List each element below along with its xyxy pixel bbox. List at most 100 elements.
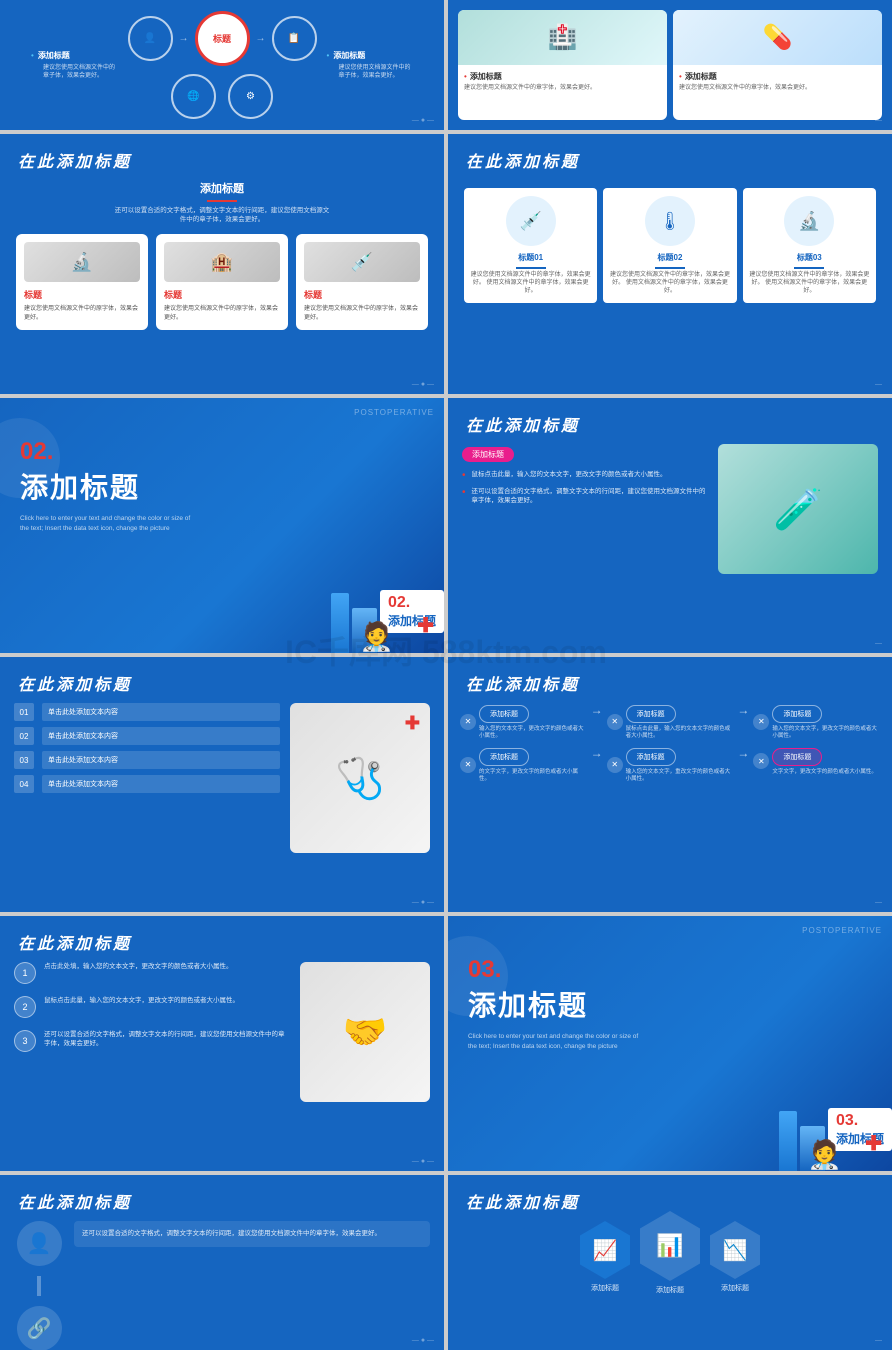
- r4c2-item1-text: 输入您的文本文字，更改文字的颜色或者大小属性。: [479, 726, 587, 740]
- r4c2-item3-title: 添加标题: [772, 705, 822, 723]
- r2c1-card1-img: 🔬: [24, 242, 140, 282]
- r5c2-postop: POSTOPERATIVE: [802, 926, 882, 935]
- r4c2-flow4: ✕ 添加标题 的文字文字，更改文字的颜色或者大小属性。: [460, 746, 587, 783]
- r4c2-item5-text: 输入您的文本文字，重改文字的颜色或者大小属性。: [626, 769, 734, 783]
- card1-text: 建议您使用文档源文件中的章字体，效果会更好。: [464, 85, 661, 93]
- r2c1-header: 在此添加标题: [0, 134, 444, 180]
- r5c1-photo: 🤝: [300, 962, 430, 1102]
- r4c2-icon6: ✕: [753, 753, 769, 769]
- r2c1-main-desc: 还可以设置合适的文字格式，调整文字文本的行间距，建议您使用文档源文件中的章子体，…: [112, 206, 332, 224]
- r5c2-building-tall: [779, 1111, 797, 1171]
- r3c1-cross: ✚: [417, 613, 434, 638]
- r6c2-hex2-wrap: 📊 添加标题: [640, 1211, 700, 1295]
- r6c1-icon1: 👤: [17, 1221, 62, 1266]
- slide-r6c2: 在此添加标题 📈 添加标题 📊 添加标题 📉 添加标题 —: [448, 1175, 892, 1350]
- r4c1-num3: 03: [14, 751, 34, 769]
- r2c2-header: 在此添加标题: [448, 134, 892, 180]
- r5c2-text: 03. 添加标题 Click here to enter your text a…: [468, 956, 648, 1052]
- r2c2-col2-icon: 🌡: [645, 196, 695, 246]
- r4c1-num4: 04: [14, 775, 34, 793]
- r2c1-card3-title: 标题: [304, 288, 420, 301]
- r4c1-photo: 🩺 ✚: [290, 703, 430, 853]
- r6c2-hex2-label: 添加标题: [656, 1285, 684, 1295]
- r4c2-item6-title: 添加标题: [772, 748, 822, 766]
- r3c2-b2: • 还可以设置合适的文字格式，调整文字文本的行间距，建议您使用文档源文件中的章字…: [462, 487, 706, 505]
- r4c2-icon4: ✕: [460, 757, 476, 773]
- r4c2-arrow4: →: [737, 746, 749, 760]
- r3c1-building: 02. 添加标题 ✚ 🧑‍⚕️: [331, 590, 444, 653]
- r6c1-content: 👤 🔗 还可以设置合适的文字格式，调整文字文本的行间距，建议您使用文档源文件中的…: [0, 1221, 444, 1350]
- r4c2-item4-wrap: 添加标题 的文字文字，更改文字的颜色或者大小属性。: [479, 746, 587, 783]
- slide-r1c2: 🏥 • 添加标题 建议您使用文档源文件中的章字体，效果会更好。 💊 • 添加标题…: [448, 0, 892, 130]
- r2c1-main-title: 添加标题: [16, 180, 428, 196]
- r2c1-card1: 🔬 标题 建议您使用文档源文件中的原字体，效果会更好。: [16, 234, 148, 330]
- r4c2-header: 在此添加标题: [448, 657, 892, 703]
- r5c1-header: 在此添加标题: [0, 916, 444, 962]
- r2c2-col1: 💉 标题01 建议您使用文档源文件中的章字体，效果会更好。 使用文档源文件中的章…: [464, 188, 597, 303]
- r5c1-point1: 1 点击此处填，输入您的文本文字，更改文字的颜色或者大小属性。: [14, 962, 290, 984]
- slide-indicator: —: [875, 117, 882, 124]
- r2c2-col3: 🔬 标题03 建议您使用文档源文件中的章字体，效果会更好。 使用文档源文件中的章…: [743, 188, 876, 303]
- r4c2-item1-title: 添加标题: [479, 705, 529, 723]
- r4c2-flow2: ✕ 添加标题 鼠标点击此量，输入您的文本文字的颜色或者大小属性。: [607, 703, 734, 740]
- r4c2-arrow3: →: [591, 746, 603, 760]
- r3c2-b1: • 鼠标点击此量，输入您的文本文字，更改文字的颜色或者大小属性。: [462, 470, 706, 481]
- slide-r3c2: 在此添加标题 添加标题 • 鼠标点击此量，输入您的文本文字，更改文字的颜色或者大…: [448, 398, 892, 653]
- r4c2-item1-wrap: 添加标题 输入您的文本文字，更改文字的颜色或者大小属性。: [479, 703, 587, 740]
- bullet-title2: 添加标题: [333, 50, 365, 61]
- r3c2-content: 添加标题 • 鼠标点击此量，输入您的文本文字，更改文字的颜色或者大小属性。 • …: [448, 444, 892, 584]
- r5c1-content: 1 点击此处填，输入您的文本文字，更改文字的颜色或者大小属性。 2 鼠标点击此量…: [0, 962, 444, 1112]
- r3c1-text: 02. 添加标题 Click here to enter your text a…: [20, 438, 200, 534]
- slide-r4c1: 在此添加标题 01 单击此处添加文本内容 02 单击此处添加文本内容 03 单击…: [0, 657, 444, 912]
- r4c2-item5-title: 添加标题: [626, 748, 676, 766]
- card1-photo: 🏥: [458, 10, 667, 65]
- r3c2-bullet1: 鼠标点击此量，输入您的文本文字，更改文字的颜色或者大小属性。: [472, 470, 667, 481]
- r3c1-person: 🧑‍⚕️: [359, 620, 394, 653]
- r2c1-card2-img: 🏨: [164, 242, 280, 282]
- node-center: 标题: [195, 11, 250, 66]
- r4c2-item2-wrap: 添加标题 鼠标点击此量，输入您的文本文字的颜色或者大小属性。: [626, 703, 734, 740]
- right-bullet: • 添加标题 建议您使用文档源文件中的 章子体，效果会更好。: [327, 50, 414, 81]
- r4c2-flow1: ✕ 添加标题 输入您的文本文字，更改文字的颜色或者大小属性。: [460, 703, 587, 740]
- r4c2-icon2: ✕: [607, 714, 623, 730]
- r2c2-col1-icon: 💉: [506, 196, 556, 246]
- r2c2-cols: 💉 标题01 建议您使用文档源文件中的章字体，效果会更好。 使用文档源文件中的章…: [464, 188, 876, 303]
- r4c2-flow5: ✕ 添加标题 输入您的文本文字，重改文字的颜色或者大小属性。: [607, 746, 734, 783]
- r2c1-indicator: — ● —: [412, 381, 434, 388]
- r4c1-num1: 01: [14, 703, 34, 721]
- r4c1-item2: 02 单击此处添加文本内容: [14, 727, 280, 745]
- r4c2-item4-text: 的文字文字，更改文字的颜色或者大小属性。: [479, 769, 587, 783]
- card2: 💊 • 添加标题 建议您使用文档源文件中的章字体，效果会更好。: [673, 10, 882, 120]
- r6c1-text: 还可以设置合适的文字格式，调整文字文本的行间距，建议您使用文档源文件中的章字体，…: [74, 1221, 430, 1350]
- r3c1-desc: Click here to enter your text and change…: [20, 514, 200, 534]
- node-person: 👤: [128, 16, 173, 61]
- slide-r3c1: POSTOPERATIVE 02. 添加标题 Click here to ent…: [0, 398, 444, 653]
- r6c2-content: 📈 添加标题 📊 添加标题 📉 添加标题: [448, 1221, 892, 1305]
- left-bullet: • 添加标题 建议您使用文档源文件中的 章子体，效果会更好。: [31, 50, 118, 81]
- r4c2-row1: ✕ 添加标题 输入您的文本文字，更改文字的颜色或者大小属性。 → ✕ 添加标题: [460, 703, 880, 740]
- card2-photo: 💊: [673, 10, 882, 65]
- r4c2-item3-wrap: 添加标题 输入您的文本文字，更改文字的颜色或者大小属性。: [772, 703, 880, 740]
- r5c2-building: 03. 添加标题 ✚ 🧑‍⚕️: [779, 1108, 892, 1171]
- building-tall: [331, 593, 349, 653]
- r6c2-hex1: 📈: [580, 1221, 630, 1279]
- r2c1-card3-text: 建议您使用文档源文件中的原字体，效果会更好。: [304, 305, 420, 322]
- r4c2-item4-title: 添加标题: [479, 748, 529, 766]
- r5c1-point2: 2 鼠标点击此量，输入您的文本文字，更改文字的颜色或者大小属性。: [14, 996, 290, 1018]
- r4c1-indicator: — ● —: [412, 899, 434, 906]
- bullet-text2: 建议您使用文档源文件中的 章子体，效果会更好。: [327, 64, 414, 81]
- r4c2-item6-text: 文字文字，更改文字的颜色或者大小属性。: [772, 769, 877, 776]
- r4c1-item4: 04 单击此处添加文本内容: [14, 775, 280, 793]
- r4c2-icon3: ✕: [753, 714, 769, 730]
- r2c2-col3-text: 建议您使用文档源文件中的章字体，效果会更好。 使用文档源文件中的章字体，效果会更…: [749, 272, 870, 295]
- r4c1-num2: 02: [14, 727, 34, 745]
- r3c2-bullet2: 还可以设置合适的文字格式，调整文字文本的行间距，建议您使用文档源文件中的章字体，…: [472, 487, 706, 505]
- r4c1-content: 01 单击此处添加文本内容 02 单击此处添加文本内容 03 单击此处添加文本内…: [0, 703, 444, 863]
- r6c1-connector: [37, 1276, 41, 1296]
- r3c2-indicator: —: [875, 640, 882, 647]
- r2c1-cards: 🔬 标题 建议您使用文档源文件中的原字体，效果会更好。 🏨 标题 建议您使用文档…: [16, 234, 428, 330]
- slide-r4c2: 在此添加标题 ✕ 添加标题 输入您的文本文字，更改文字的颜色或者大小属性。 →: [448, 657, 892, 912]
- r5c2-cross: ✚: [865, 1131, 882, 1156]
- r5c1-indicator: — ● —: [412, 1158, 434, 1165]
- r2c2-col1-text: 建议您使用文档源文件中的章字体，效果会更好。 使用文档源文件中的章字体，效果会更…: [470, 272, 591, 295]
